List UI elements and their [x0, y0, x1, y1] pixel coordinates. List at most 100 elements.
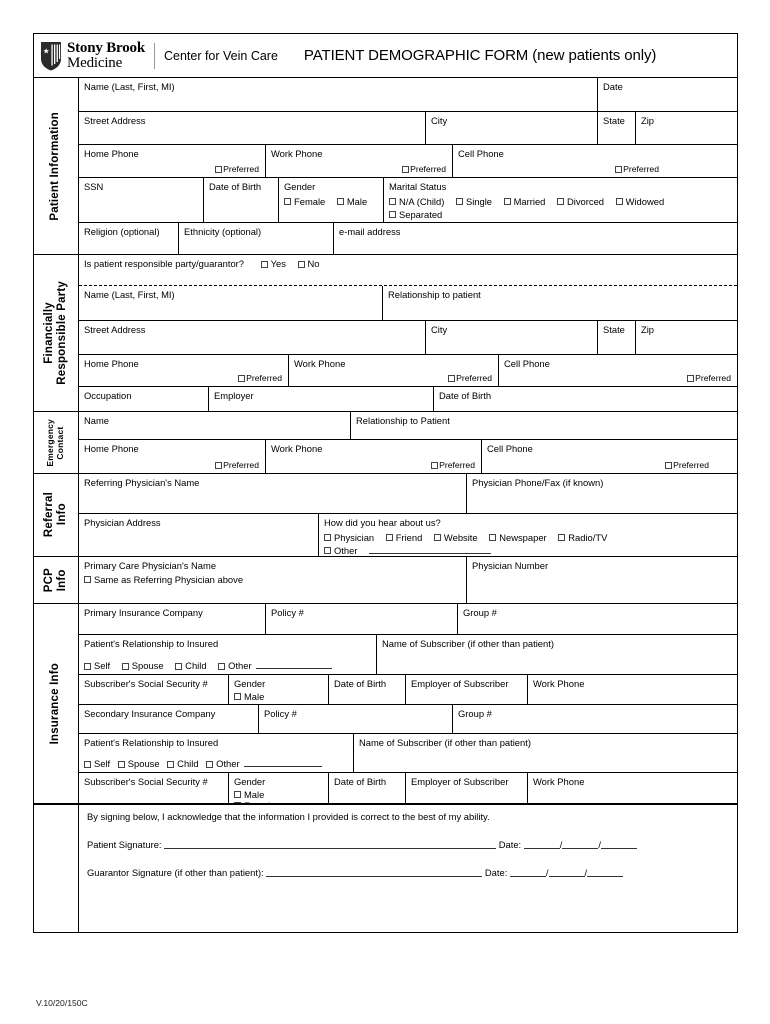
field-patient-state[interactable]: State [598, 112, 636, 144]
input-guarantor-date-year[interactable] [587, 868, 624, 877]
field-patient-city[interactable]: City [426, 112, 598, 144]
input-patient-signature[interactable] [164, 840, 497, 849]
field-primary-group-number[interactable]: Group # [458, 604, 737, 634]
input-patient-date-day[interactable] [562, 840, 599, 849]
field-secondary-subscriber-ssn[interactable]: Subscriber's Social Security # [79, 773, 229, 803]
checkbox-primary-gender-male[interactable]: Male [234, 691, 264, 702]
field-patient-email[interactable]: e-mail address [334, 223, 737, 254]
checkbox-hear-other[interactable]: Other [324, 545, 357, 556]
field-guarantor-street[interactable]: Street Address [79, 321, 426, 354]
checkbox-secondary-rel-other[interactable]: Other [206, 758, 240, 769]
field-primary-subscriber-work-phone[interactable]: Work Phone [528, 675, 737, 704]
field-patient-religion[interactable]: Religion (optional) [79, 223, 179, 254]
field-secondary-group-number[interactable]: Group # [453, 705, 737, 733]
field-patient-date[interactable]: Date [598, 78, 737, 111]
input-guarantor-date-month[interactable] [509, 868, 546, 877]
field-primary-subscriber-ssn[interactable]: Subscriber's Social Security # [79, 675, 229, 704]
checkbox-guarantor-yes[interactable]: Yes [260, 258, 286, 269]
checkbox-guarantor-cell-preferred[interactable]: Preferred [687, 373, 731, 383]
checkbox-primary-rel-child[interactable]: Child [175, 660, 207, 671]
field-primary-insurance-company[interactable]: Primary Insurance Company [79, 604, 266, 634]
field-patient-ethnicity[interactable]: Ethnicity (optional) [179, 223, 334, 254]
checkbox-gender-male[interactable]: Male [336, 196, 367, 207]
input-guarantor-date-day[interactable] [548, 868, 585, 877]
checkbox-home-preferred[interactable]: Preferred [215, 164, 259, 174]
checkbox-marital-married[interactable]: Married [503, 196, 545, 207]
field-emergency-cell-phone[interactable]: Cell Phone Preferred [482, 440, 737, 473]
checkbox-guarantor-no[interactable]: No [297, 258, 320, 269]
field-pcp-number[interactable]: Physician Number [467, 557, 737, 603]
field-primary-subscriber-name[interactable]: Name of Subscriber (if other than patien… [377, 635, 737, 674]
checkbox-primary-gender-female[interactable]: Female [234, 702, 275, 704]
field-guarantor-state[interactable]: State [598, 321, 636, 354]
checkbox-marital-divorced[interactable]: Divorced [557, 196, 604, 207]
checkbox-hear-radio-tv[interactable]: Radio/TV [558, 532, 607, 543]
checkbox-marital-single[interactable]: Single [455, 196, 492, 207]
field-secondary-subscriber-work-phone[interactable]: Work Phone [528, 773, 737, 803]
field-secondary-subscriber-name[interactable]: Name of Subscriber (if other than patien… [354, 734, 737, 772]
field-referring-physician-name[interactable]: Referring Physician's Name [79, 474, 467, 513]
checkbox-primary-rel-spouse[interactable]: Spouse [121, 660, 164, 671]
checkbox-work-preferred[interactable]: Preferred [402, 164, 446, 174]
field-guarantor-home-phone[interactable]: Home Phone Preferred [79, 355, 289, 386]
field-patient-name[interactable]: Name (Last, First, MI) [79, 78, 598, 111]
field-primary-subscriber-employer[interactable]: Employer of Subscriber [406, 675, 528, 704]
field-emergency-name[interactable]: Name [79, 412, 351, 439]
checkbox-primary-rel-other[interactable]: Other [218, 660, 252, 671]
field-patient-zip[interactable]: Zip [636, 112, 737, 144]
input-patient-date-year[interactable] [601, 840, 637, 849]
input-secondary-rel-other[interactable] [244, 759, 323, 767]
field-guarantor-dob[interactable]: Date of Birth [434, 387, 737, 411]
checkbox-hear-newspaper[interactable]: Newspaper [489, 532, 547, 543]
field-secondary-subscriber-employer[interactable]: Employer of Subscriber [406, 773, 528, 803]
field-patient-home-phone[interactable]: Home Phone Preferred [79, 145, 266, 177]
field-patient-ssn[interactable]: SSN [79, 178, 204, 222]
checkbox-same-as-referring[interactable]: Same as Referring Physician above [84, 574, 243, 585]
checkbox-gender-female[interactable]: Female [284, 196, 325, 207]
field-guarantor-cell-phone[interactable]: Cell Phone Preferred [499, 355, 737, 386]
field-patient-work-phone[interactable]: Work Phone Preferred [266, 145, 453, 177]
checkbox-cell-preferred[interactable]: Preferred [615, 164, 659, 174]
field-primary-subscriber-dob[interactable]: Date of Birth [329, 675, 406, 704]
checkbox-guarantor-work-preferred[interactable]: Preferred [448, 373, 492, 383]
field-guarantor-name[interactable]: Name (Last, First, MI) [79, 286, 383, 320]
input-guarantor-signature[interactable] [266, 868, 483, 877]
field-guarantor-zip[interactable]: Zip [636, 321, 737, 354]
checkbox-marital-separated[interactable]: Separated [389, 209, 442, 220]
field-guarantor-city[interactable]: City [426, 321, 598, 354]
field-guarantor-employer[interactable]: Employer [209, 387, 434, 411]
checkbox-marital-na[interactable]: N/A (Child) [389, 196, 444, 207]
input-primary-rel-other[interactable] [256, 661, 333, 669]
field-patient-cell-phone[interactable]: Cell Phone Preferred [453, 145, 737, 177]
checkbox-emergency-cell-preferred[interactable]: Preferred [665, 460, 709, 470]
checkbox-guarantor-home-preferred[interactable]: Preferred [238, 373, 282, 383]
checkbox-marital-widowed[interactable]: Widowed [615, 196, 664, 207]
checkbox-secondary-rel-spouse[interactable]: Spouse [117, 758, 160, 769]
field-physician-address[interactable]: Physician Address [79, 514, 319, 556]
field-secondary-policy-number[interactable]: Policy # [259, 705, 453, 733]
checkbox-secondary-gender-male[interactable]: Male [234, 789, 264, 800]
field-guarantor-relationship[interactable]: Relationship to patient [383, 286, 737, 320]
checkbox-emergency-home-preferred[interactable]: Preferred [215, 460, 259, 470]
field-secondary-insurance-company[interactable]: Secondary Insurance Company [79, 705, 259, 733]
field-guarantor-work-phone[interactable]: Work Phone Preferred [289, 355, 499, 386]
field-emergency-work-phone[interactable]: Work Phone Preferred [266, 440, 482, 473]
field-primary-policy-number[interactable]: Policy # [266, 604, 458, 634]
input-patient-date-month[interactable] [523, 840, 560, 849]
field-patient-dob[interactable]: Date of Birth [204, 178, 279, 222]
field-patient-street[interactable]: Street Address [79, 112, 426, 144]
checkbox-secondary-rel-self[interactable]: Self [84, 758, 110, 769]
field-emergency-relationship[interactable]: Relationship to Patient [351, 412, 737, 439]
field-referring-physician-phone[interactable]: Physician Phone/Fax (if known) [467, 474, 737, 513]
checkbox-hear-friend[interactable]: Friend [385, 532, 422, 543]
checkbox-hear-physician[interactable]: Physician [324, 532, 374, 543]
checkbox-primary-rel-self[interactable]: Self [84, 660, 110, 671]
checkbox-hear-website[interactable]: Website [433, 532, 478, 543]
field-emergency-home-phone[interactable]: Home Phone Preferred [79, 440, 266, 473]
checkbox-emergency-work-preferred[interactable]: Preferred [431, 460, 475, 470]
checkbox-secondary-rel-child[interactable]: Child [167, 758, 199, 769]
checkbox-secondary-gender-female[interactable]: Female [234, 800, 275, 803]
input-hear-other[interactable] [369, 546, 492, 554]
field-guarantor-occupation[interactable]: Occupation [79, 387, 209, 411]
field-secondary-subscriber-dob[interactable]: Date of Birth [329, 773, 406, 803]
